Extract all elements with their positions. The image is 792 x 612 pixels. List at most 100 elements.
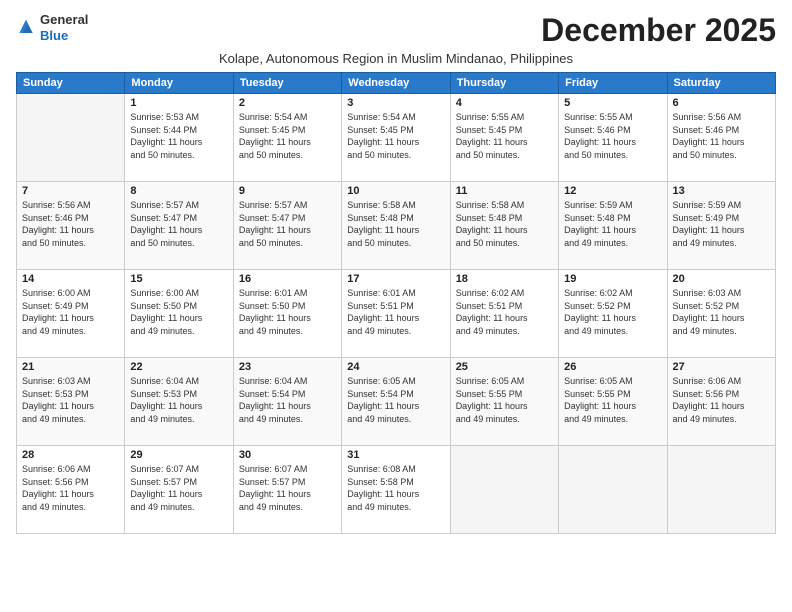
calendar-cell: 17Sunrise: 6:01 AMSunset: 5:51 PMDayligh… bbox=[342, 270, 450, 358]
week-row-0: 1 Sunrise: 5:53 AMSunset: 5:44 PMDaylight… bbox=[17, 94, 776, 182]
calendar-cell: 30Sunrise: 6:07 AMSunset: 5:57 PMDayligh… bbox=[233, 446, 341, 534]
day-number: 12 bbox=[564, 185, 661, 197]
calendar-cell: 5 Sunrise: 5:55 AMSunset: 5:46 PMDaylight… bbox=[559, 94, 667, 182]
calendar-cell: 27 Sunrise: 6:06 AMSunset: 5:56 PMDayligh… bbox=[667, 358, 775, 446]
day-info: Sunrise: 5:55 AMSunset: 5:45 PMDaylight:… bbox=[456, 111, 553, 161]
day-info: Sunrise: 5:56 AMSunset: 5:46 PMDaylight:… bbox=[22, 199, 119, 249]
month-title: December 2025 bbox=[541, 12, 776, 49]
calendar-cell: 15 Sunrise: 6:00 AMSunset: 5:50 PMDayligh… bbox=[125, 270, 233, 358]
header-monday: Monday bbox=[125, 73, 233, 94]
day-number: 1 bbox=[130, 97, 227, 109]
day-number: 6 bbox=[673, 97, 770, 109]
calendar-cell: 9 Sunrise: 5:57 AMSunset: 5:47 PMDaylight… bbox=[233, 182, 341, 270]
calendar-cell: 29 Sunrise: 6:07 AMSunset: 5:57 PMDayligh… bbox=[125, 446, 233, 534]
day-info: Sunrise: 5:53 AMSunset: 5:44 PMDaylight:… bbox=[130, 111, 227, 161]
day-number: 25 bbox=[456, 361, 553, 373]
calendar-cell: 2 Sunrise: 5:54 AMSunset: 5:45 PMDaylight… bbox=[233, 94, 341, 182]
day-info: Sunrise: 6:07 AMSunset: 5:57 PMDaylight:… bbox=[130, 463, 227, 513]
day-number: 29 bbox=[130, 449, 227, 461]
day-number: 10 bbox=[347, 185, 444, 197]
day-info: Sunrise: 5:56 AMSunset: 5:46 PMDaylight:… bbox=[673, 111, 770, 161]
calendar-table: Sunday Monday Tuesday Wednesday Thursday… bbox=[16, 72, 776, 534]
calendar-cell: 10 Sunrise: 5:58 AMSunset: 5:48 PMDayligh… bbox=[342, 182, 450, 270]
calendar-cell: 14Sunrise: 6:00 AMSunset: 5:49 PMDayligh… bbox=[17, 270, 125, 358]
header-saturday: Saturday bbox=[667, 73, 775, 94]
day-info: Sunrise: 6:04 AMSunset: 5:54 PMDaylight:… bbox=[239, 375, 336, 425]
day-number: 13 bbox=[673, 185, 770, 197]
day-number: 26 bbox=[564, 361, 661, 373]
subtitle: Kolape, Autonomous Region in Muslim Mind… bbox=[16, 51, 776, 66]
calendar-cell: 7 Sunrise: 5:56 AMSunset: 5:46 PMDaylight… bbox=[17, 182, 125, 270]
day-number: 15 bbox=[130, 273, 227, 285]
calendar-cell: 16Sunrise: 6:01 AMSunset: 5:50 PMDayligh… bbox=[233, 270, 341, 358]
calendar-cell: 26Sunrise: 6:05 AMSunset: 5:55 PMDayligh… bbox=[559, 358, 667, 446]
day-info: Sunrise: 5:58 AMSunset: 5:48 PMDaylight:… bbox=[456, 199, 553, 249]
day-info: Sunrise: 6:00 AMSunset: 5:49 PMDaylight:… bbox=[22, 287, 119, 337]
calendar-cell: 6 Sunrise: 5:56 AMSunset: 5:46 PMDaylight… bbox=[667, 94, 775, 182]
calendar-cell bbox=[667, 446, 775, 534]
day-info: Sunrise: 6:05 AMSunset: 5:54 PMDaylight:… bbox=[347, 375, 444, 425]
logo-icon bbox=[16, 18, 36, 38]
header-wednesday: Wednesday bbox=[342, 73, 450, 94]
header-tuesday: Tuesday bbox=[233, 73, 341, 94]
logo: General Blue bbox=[16, 12, 88, 43]
day-info: Sunrise: 6:00 AMSunset: 5:50 PMDaylight:… bbox=[130, 287, 227, 337]
calendar-cell: 12 Sunrise: 5:59 AMSunset: 5:48 PMDayligh… bbox=[559, 182, 667, 270]
week-row-3: 21Sunrise: 6:03 AMSunset: 5:53 PMDayligh… bbox=[17, 358, 776, 446]
day-info: Sunrise: 6:02 AMSunset: 5:51 PMDaylight:… bbox=[456, 287, 553, 337]
calendar-cell: 11 Sunrise: 5:58 AMSunset: 5:48 PMDayligh… bbox=[450, 182, 558, 270]
day-info: Sunrise: 5:54 AMSunset: 5:45 PMDaylight:… bbox=[347, 111, 444, 161]
calendar-cell: 24 Sunrise: 6:05 AMSunset: 5:54 PMDayligh… bbox=[342, 358, 450, 446]
day-number: 3 bbox=[347, 97, 444, 109]
calendar-cell: 21Sunrise: 6:03 AMSunset: 5:53 PMDayligh… bbox=[17, 358, 125, 446]
calendar-cell: 22Sunrise: 6:04 AMSunset: 5:53 PMDayligh… bbox=[125, 358, 233, 446]
day-info: Sunrise: 6:02 AMSunset: 5:52 PMDaylight:… bbox=[564, 287, 661, 337]
header-friday: Friday bbox=[559, 73, 667, 94]
calendar-cell: 31 Sunrise: 6:08 AMSunset: 5:58 PMDayligh… bbox=[342, 446, 450, 534]
day-number: 5 bbox=[564, 97, 661, 109]
page: General Blue December 2025 Kolape, Auton… bbox=[0, 0, 792, 612]
day-number: 30 bbox=[239, 449, 336, 461]
day-info: Sunrise: 5:59 AMSunset: 5:48 PMDaylight:… bbox=[564, 199, 661, 249]
day-number: 17 bbox=[347, 273, 444, 285]
day-info: Sunrise: 6:01 AMSunset: 5:50 PMDaylight:… bbox=[239, 287, 336, 337]
day-info: Sunrise: 5:55 AMSunset: 5:46 PMDaylight:… bbox=[564, 111, 661, 161]
calendar-cell bbox=[17, 94, 125, 182]
day-number: 20 bbox=[673, 273, 770, 285]
day-info: Sunrise: 5:58 AMSunset: 5:48 PMDaylight:… bbox=[347, 199, 444, 249]
day-info: Sunrise: 6:03 AMSunset: 5:53 PMDaylight:… bbox=[22, 375, 119, 425]
day-number: 24 bbox=[347, 361, 444, 373]
calendar-cell: 18Sunrise: 6:02 AMSunset: 5:51 PMDayligh… bbox=[450, 270, 558, 358]
day-number: 9 bbox=[239, 185, 336, 197]
week-row-2: 14Sunrise: 6:00 AMSunset: 5:49 PMDayligh… bbox=[17, 270, 776, 358]
calendar-cell: 13 Sunrise: 5:59 AMSunset: 5:49 PMDayligh… bbox=[667, 182, 775, 270]
header-top: General Blue December 2025 bbox=[16, 12, 776, 49]
day-info: Sunrise: 6:08 AMSunset: 5:58 PMDaylight:… bbox=[347, 463, 444, 513]
day-number: 4 bbox=[456, 97, 553, 109]
calendar-cell: 25Sunrise: 6:05 AMSunset: 5:55 PMDayligh… bbox=[450, 358, 558, 446]
day-number: 7 bbox=[22, 185, 119, 197]
day-info: Sunrise: 6:03 AMSunset: 5:52 PMDaylight:… bbox=[673, 287, 770, 337]
day-info: Sunrise: 5:54 AMSunset: 5:45 PMDaylight:… bbox=[239, 111, 336, 161]
day-info: Sunrise: 6:06 AMSunset: 5:56 PMDaylight:… bbox=[673, 375, 770, 425]
calendar-cell bbox=[559, 446, 667, 534]
calendar-cell: 8 Sunrise: 5:57 AMSunset: 5:47 PMDaylight… bbox=[125, 182, 233, 270]
day-info: Sunrise: 5:57 AMSunset: 5:47 PMDaylight:… bbox=[239, 199, 336, 249]
day-number: 8 bbox=[130, 185, 227, 197]
day-info: Sunrise: 5:59 AMSunset: 5:49 PMDaylight:… bbox=[673, 199, 770, 249]
day-number: 31 bbox=[347, 449, 444, 461]
week-row-1: 7 Sunrise: 5:56 AMSunset: 5:46 PMDaylight… bbox=[17, 182, 776, 270]
week-row-4: 28Sunrise: 6:06 AMSunset: 5:56 PMDayligh… bbox=[17, 446, 776, 534]
day-number: 2 bbox=[239, 97, 336, 109]
day-number: 19 bbox=[564, 273, 661, 285]
header-row: Sunday Monday Tuesday Wednesday Thursday… bbox=[17, 73, 776, 94]
header-sunday: Sunday bbox=[17, 73, 125, 94]
day-number: 28 bbox=[22, 449, 119, 461]
day-info: Sunrise: 5:57 AMSunset: 5:47 PMDaylight:… bbox=[130, 199, 227, 249]
logo-text: General Blue bbox=[40, 12, 88, 43]
calendar-cell: 1 Sunrise: 5:53 AMSunset: 5:44 PMDaylight… bbox=[125, 94, 233, 182]
calendar-cell: 20 Sunrise: 6:03 AMSunset: 5:52 PMDayligh… bbox=[667, 270, 775, 358]
calendar-cell: 28Sunrise: 6:06 AMSunset: 5:56 PMDayligh… bbox=[17, 446, 125, 534]
day-number: 27 bbox=[673, 361, 770, 373]
day-number: 11 bbox=[456, 185, 553, 197]
